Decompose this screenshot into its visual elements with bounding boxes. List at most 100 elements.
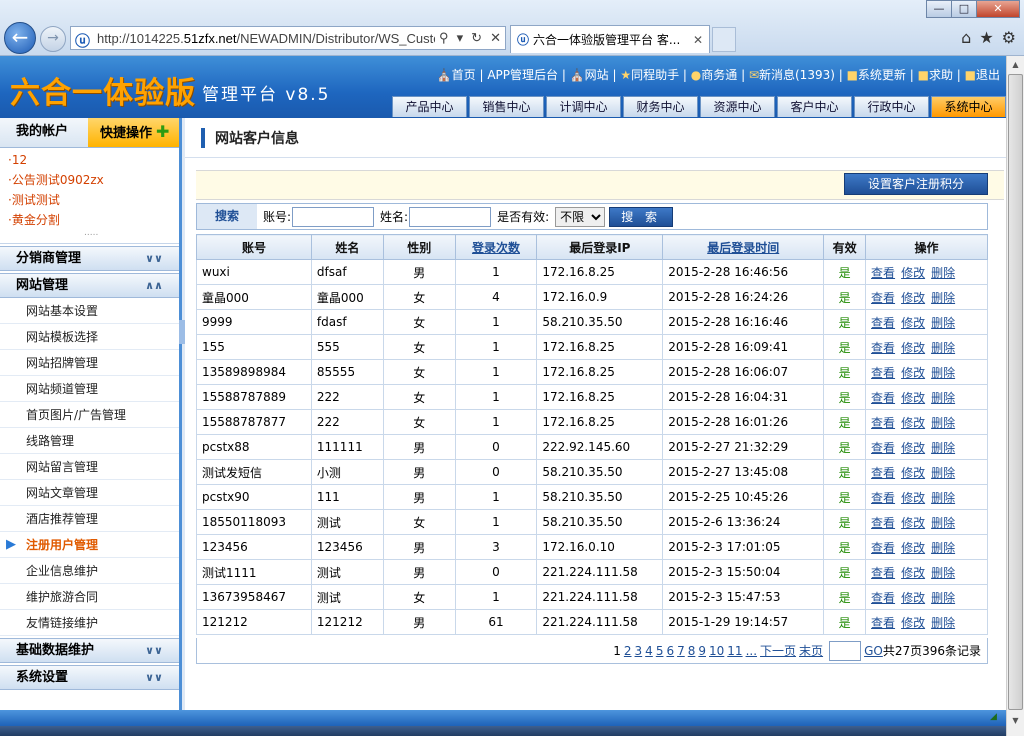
sidebar-item[interactable]: 网站频道管理 (0, 376, 179, 402)
menu-dispatch[interactable]: 计调中心 (546, 96, 621, 117)
tab-close-icon[interactable]: ✕ (693, 33, 703, 47)
browser-tab[interactable]: ⓤ 六合一体验版管理平台 客... ✕ (510, 25, 710, 53)
plus-icon[interactable]: ✚ (156, 122, 169, 141)
address-url[interactable]: http://1014225.51zfx.net/NEWADMIN/Distri… (97, 31, 435, 46)
new-tab-button[interactable] (712, 27, 736, 52)
sidebar-item[interactable]: 网站招牌管理 (0, 350, 179, 376)
topnav-messages[interactable]: 新消息(1393) (759, 68, 835, 82)
topnav-logout[interactable]: 退出 (976, 68, 1000, 82)
view-link[interactable]: 查看 (871, 291, 895, 305)
pager-page-link[interactable]: 3 (635, 644, 643, 658)
edit-link[interactable]: 修改 (901, 316, 925, 330)
delete-link[interactable]: 删除 (931, 291, 955, 305)
edit-link[interactable]: 修改 (901, 566, 925, 580)
edit-link[interactable]: 修改 (901, 441, 925, 455)
menu-product[interactable]: 产品中心 (392, 96, 467, 117)
topnav-home[interactable]: 首页 (452, 68, 476, 82)
topnav-business[interactable]: 商务通 (701, 68, 737, 82)
announcement-item[interactable]: ·测试测试 (8, 190, 171, 210)
sidebar-item[interactable]: 酒店推荐管理 (0, 506, 179, 532)
sidebar-item[interactable]: 维护旅游合同 (0, 584, 179, 610)
view-link[interactable]: 查看 (871, 591, 895, 605)
announcement-item[interactable]: ·公告测试0902zx (8, 170, 171, 190)
edit-link[interactable]: 修改 (901, 291, 925, 305)
topnav-help[interactable]: 求助 (929, 68, 953, 82)
view-link[interactable]: 查看 (871, 491, 895, 505)
view-link[interactable]: 查看 (871, 566, 895, 580)
pager-goto-input[interactable] (829, 640, 862, 661)
edit-link[interactable]: 修改 (901, 266, 925, 280)
back-button[interactable]: ← (4, 22, 36, 54)
pager-page-link[interactable]: 5 (656, 644, 664, 658)
delete-link[interactable]: 删除 (931, 391, 955, 405)
delete-link[interactable]: 删除 (931, 466, 955, 480)
edit-link[interactable]: 修改 (901, 516, 925, 530)
topnav-website[interactable]: 网站 (585, 68, 609, 82)
view-link[interactable]: 查看 (871, 341, 895, 355)
delete-link[interactable]: 删除 (931, 516, 955, 530)
sidebar-group-distributor[interactable]: 分销商管理 ∨∨ (0, 246, 179, 271)
sidebar-item[interactable]: 网站模板选择 (0, 324, 179, 350)
sidebar-item[interactable]: 网站留言管理 (0, 454, 179, 480)
edit-link[interactable]: 修改 (901, 541, 925, 555)
scroll-down-icon[interactable]: ▼ (1007, 712, 1024, 729)
valid-select[interactable]: 不限 (555, 206, 606, 227)
delete-link[interactable]: 删除 (931, 316, 955, 330)
pager-page-link[interactable]: 2 (624, 644, 632, 658)
view-link[interactable]: 查看 (871, 416, 895, 430)
view-link[interactable]: 查看 (871, 516, 895, 530)
view-link[interactable]: 查看 (871, 541, 895, 555)
page-scrollbar[interactable]: ▲ ▼ (1006, 56, 1024, 736)
search-button[interactable]: 搜 索 (609, 206, 674, 227)
view-link[interactable]: 查看 (871, 266, 895, 280)
pager-page-link[interactable]: 8 (688, 644, 696, 658)
sidebar-item[interactable]: 网站基本设置 (0, 298, 179, 324)
tab-quick-actions[interactable]: 快捷操作 ✚ (88, 118, 179, 147)
close-window-button[interactable]: ✕ (976, 0, 1020, 18)
menu-customer[interactable]: 客户中心 (777, 96, 852, 117)
view-link[interactable]: 查看 (871, 616, 895, 630)
menu-admin[interactable]: 行政中心 (854, 96, 929, 117)
sidebar-item[interactable]: 企业信息维护 (0, 558, 179, 584)
view-link[interactable]: 查看 (871, 466, 895, 480)
minimize-button[interactable]: — (926, 0, 952, 18)
sidebar-item[interactable]: 线路管理 (0, 428, 179, 454)
pager-page-link[interactable]: 11 (727, 644, 742, 658)
pager-page-link[interactable]: 10 (709, 644, 724, 658)
menu-resource[interactable]: 资源中心 (700, 96, 775, 117)
home-icon[interactable]: ⌂ (961, 28, 971, 47)
pager-last[interactable]: 末页 (799, 642, 823, 659)
resize-grip-icon[interactable]: ..... (84, 223, 98, 243)
gear-icon[interactable]: ⚙ (1002, 28, 1016, 47)
stop-icon[interactable]: ✕ (490, 30, 501, 46)
announcement-item[interactable]: ·12 (8, 150, 171, 170)
edit-link[interactable]: 修改 (901, 616, 925, 630)
delete-link[interactable]: 删除 (931, 616, 955, 630)
pager-page-link[interactable]: 7 (677, 644, 685, 658)
view-link[interactable]: 查看 (871, 316, 895, 330)
edit-link[interactable]: 修改 (901, 391, 925, 405)
edit-link[interactable]: 修改 (901, 341, 925, 355)
sidebar-group-system-settings[interactable]: 系统设置 ∨∨ (0, 665, 179, 690)
tab-my-account[interactable]: 我的帐户 (0, 118, 88, 147)
delete-link[interactable]: 删除 (931, 266, 955, 280)
delete-link[interactable]: 删除 (931, 341, 955, 355)
pager-page-link[interactable]: 6 (666, 644, 674, 658)
sidebar-group-website[interactable]: 网站管理 ∧∧ (0, 273, 179, 298)
menu-sales[interactable]: 销售中心 (469, 96, 544, 117)
favorites-star-icon[interactable]: ★ (979, 28, 993, 47)
account-input[interactable] (292, 206, 375, 227)
dropdown-icon[interactable]: ▾ (457, 30, 464, 46)
edit-link[interactable]: 修改 (901, 591, 925, 605)
sidebar-item[interactable]: 网站文章管理 (0, 480, 179, 506)
delete-link[interactable]: 删除 (931, 566, 955, 580)
delete-link[interactable]: 删除 (931, 441, 955, 455)
delete-link[interactable]: 删除 (931, 491, 955, 505)
view-link[interactable]: 查看 (871, 366, 895, 380)
sidebar-item[interactable]: 首页图片/广告管理 (0, 402, 179, 428)
pager-page-link[interactable]: ... (746, 644, 757, 658)
edit-link[interactable]: 修改 (901, 466, 925, 480)
refresh-icon[interactable]: ↻ (471, 30, 482, 46)
delete-link[interactable]: 删除 (931, 366, 955, 380)
menu-system[interactable]: 系统中心 (931, 96, 1006, 117)
